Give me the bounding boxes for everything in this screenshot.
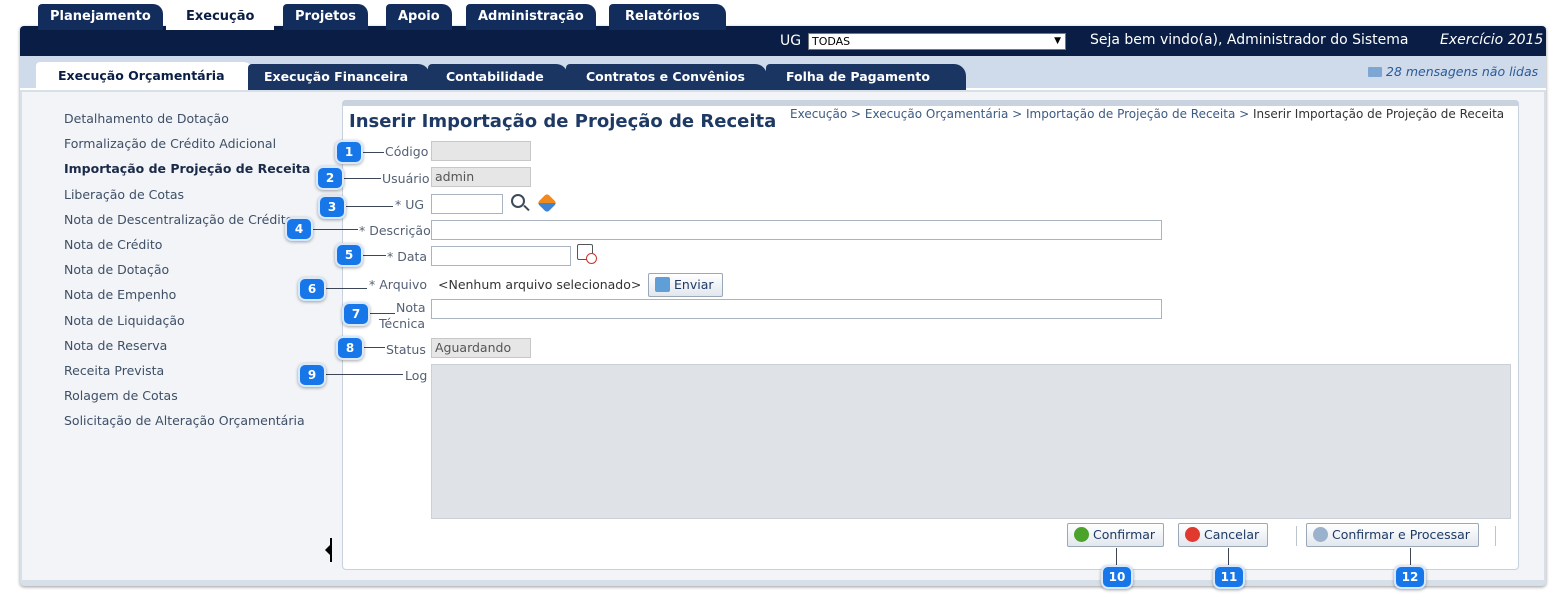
codigo-field	[431, 141, 531, 161]
callout-badge-12: 12	[1394, 565, 1426, 589]
arquivo-filename: <Nenhum arquivo selecionado>	[438, 277, 642, 292]
callout-badge-5: 5	[335, 243, 363, 267]
search-icon[interactable]	[511, 194, 525, 208]
confirmar-processar-button-label: Confirmar e Processar	[1332, 527, 1470, 542]
descricao-input[interactable]	[431, 220, 1162, 240]
tab-relatorios[interactable]: Relatórios	[609, 4, 726, 30]
ug-label: * UG	[395, 197, 425, 212]
ug-select[interactable]: TODAS ▼	[808, 33, 1066, 50]
sidebar-item-receita-prevista[interactable]: Receita Prevista	[64, 362, 324, 387]
gear-icon	[1313, 527, 1328, 542]
nota-tecnica-label-line2: Técnica	[379, 316, 426, 331]
subtab-contratos-convenios[interactable]: Contratos e Convênios	[566, 64, 767, 90]
cancel-icon	[1185, 527, 1200, 542]
usuario-label: Usuário	[382, 171, 430, 186]
callout-badge-8: 8	[336, 336, 364, 360]
data-input[interactable]	[431, 246, 571, 266]
sidebar-item-rolagem-cotas[interactable]: Rolagem de Cotas	[64, 387, 324, 412]
sidebar-item-liberacao-cotas[interactable]: Liberação de Cotas	[64, 186, 324, 211]
sidebar-menu: Detalhamento de Dotação Formalização de …	[64, 110, 324, 437]
enviar-button-label: Enviar	[674, 277, 714, 292]
check-icon	[1074, 527, 1089, 542]
sidebar-item-nota-liquidacao[interactable]: Nota de Liquidação	[64, 312, 324, 337]
sidebar-item-importacao-projecao[interactable]: Importação de Projeção de Receita	[64, 160, 324, 185]
callout-leader	[369, 313, 395, 314]
envelope-icon	[1368, 67, 1382, 77]
callout-leader	[363, 347, 385, 348]
nota-tecnica-input[interactable]	[431, 299, 1162, 319]
sidebar-item-detalhamento-dotacao[interactable]: Detalhamento de Dotação	[64, 110, 324, 135]
cancelar-button-label: Cancelar	[1204, 527, 1260, 542]
callout-badge-4: 4	[285, 217, 313, 241]
ug-input[interactable]	[431, 194, 503, 214]
nota-tecnica-label-line1: Nota	[396, 300, 426, 315]
callout-leader	[362, 152, 384, 153]
subtab-contabilidade[interactable]: Contabilidade	[428, 64, 568, 90]
usuario-field: admin	[431, 167, 531, 187]
callout-leader	[1410, 548, 1411, 566]
callout-leader	[345, 206, 393, 207]
callout-leader	[325, 288, 367, 289]
sidebar-item-solicitacao-alteracao[interactable]: Solicitação de Alteração Orçamentária	[64, 412, 324, 437]
tab-apoio[interactable]: Apoio	[386, 4, 452, 30]
welcome-message: Seja bem vindo(a), Administrador do Sist…	[1090, 32, 1409, 48]
cancelar-button[interactable]: Cancelar	[1178, 523, 1269, 547]
ug-select-value: TODAS	[812, 35, 851, 48]
exercicio-link[interactable]: Exercício 2015	[1440, 32, 1543, 48]
subtab-folha-pagamento[interactable]: Folha de Pagamento	[766, 64, 966, 90]
sidebar-item-nota-credito[interactable]: Nota de Crédito	[64, 236, 324, 261]
confirmar-button[interactable]: Confirmar	[1067, 523, 1165, 547]
messages-link[interactable]: 28 mensagens não lidas	[1368, 64, 1538, 79]
form-panel-header	[342, 100, 1519, 106]
status-label: Status	[386, 342, 426, 357]
codigo-label: Código	[385, 144, 429, 159]
sidebar-item-nota-empenho[interactable]: Nota de Empenho	[64, 286, 324, 311]
breadcrumb: Execução > Execução Orçamentária > Impor…	[790, 107, 1504, 121]
callout-leader	[325, 374, 403, 375]
button-separator	[1495, 526, 1496, 546]
ug-selector-label: UG	[780, 33, 802, 49]
confirmar-processar-button[interactable]: Confirmar e Processar	[1306, 523, 1479, 547]
callout-badge-9: 9	[298, 363, 326, 387]
upload-icon	[655, 277, 670, 292]
callout-leader	[1228, 548, 1229, 566]
data-label: * Data	[387, 249, 428, 264]
callout-leader	[362, 255, 386, 256]
descricao-label: * Descrição	[359, 223, 431, 238]
log-label: Log	[405, 368, 428, 383]
callout-leader	[1116, 548, 1117, 566]
callout-badge-6: 6	[298, 277, 326, 301]
sidebar-item-nota-reserva[interactable]: Nota de Reserva	[64, 337, 324, 362]
status-field: Aguardando	[431, 338, 531, 358]
log-textarea[interactable]	[431, 364, 1511, 519]
subtab-execucao-financeira[interactable]: Execução Financeira	[248, 64, 431, 90]
tab-projetos[interactable]: Projetos	[283, 4, 369, 30]
callout-badge-3: 3	[318, 195, 346, 219]
chevron-down-icon: ▼	[1054, 36, 1061, 46]
callout-badge-2: 2	[316, 166, 344, 190]
callout-badge-7: 7	[342, 302, 370, 326]
callout-leader	[343, 178, 381, 179]
tab-administracao[interactable]: Administração	[466, 4, 596, 30]
confirmar-button-label: Confirmar	[1093, 527, 1156, 542]
callout-leader	[312, 229, 358, 230]
breadcrumb-current: Inserir Importação de Projeção de Receit…	[1253, 107, 1505, 121]
sidebar-item-nota-dotacao[interactable]: Nota de Dotação	[64, 261, 324, 286]
messages-count: 28 mensagens não lidas	[1386, 64, 1539, 79]
button-separator	[1296, 526, 1297, 546]
subtab-execucao-orcamentaria[interactable]: Execução Orçamentária	[36, 62, 255, 90]
tab-planejamento[interactable]: Planejamento	[38, 4, 163, 30]
callout-badge-10: 10	[1101, 565, 1133, 589]
callout-badge-1: 1	[335, 140, 363, 164]
callout-badge-11: 11	[1213, 565, 1245, 589]
collapse-sidebar-handle[interactable]	[325, 538, 335, 562]
tab-execucao[interactable]: Execução	[166, 4, 275, 30]
breadcrumb-path[interactable]: Execução > Execução Orçamentária > Impor…	[790, 107, 1253, 121]
calendar-icon[interactable]	[577, 244, 597, 264]
page-title: Inserir Importação de Projeção de Receit…	[349, 111, 777, 132]
arquivo-label: * Arquivo	[369, 277, 428, 292]
sidebar-item-formalizacao-credito[interactable]: Formalização de Crédito Adicional	[64, 135, 324, 160]
enviar-button[interactable]: Enviar	[648, 273, 723, 297]
